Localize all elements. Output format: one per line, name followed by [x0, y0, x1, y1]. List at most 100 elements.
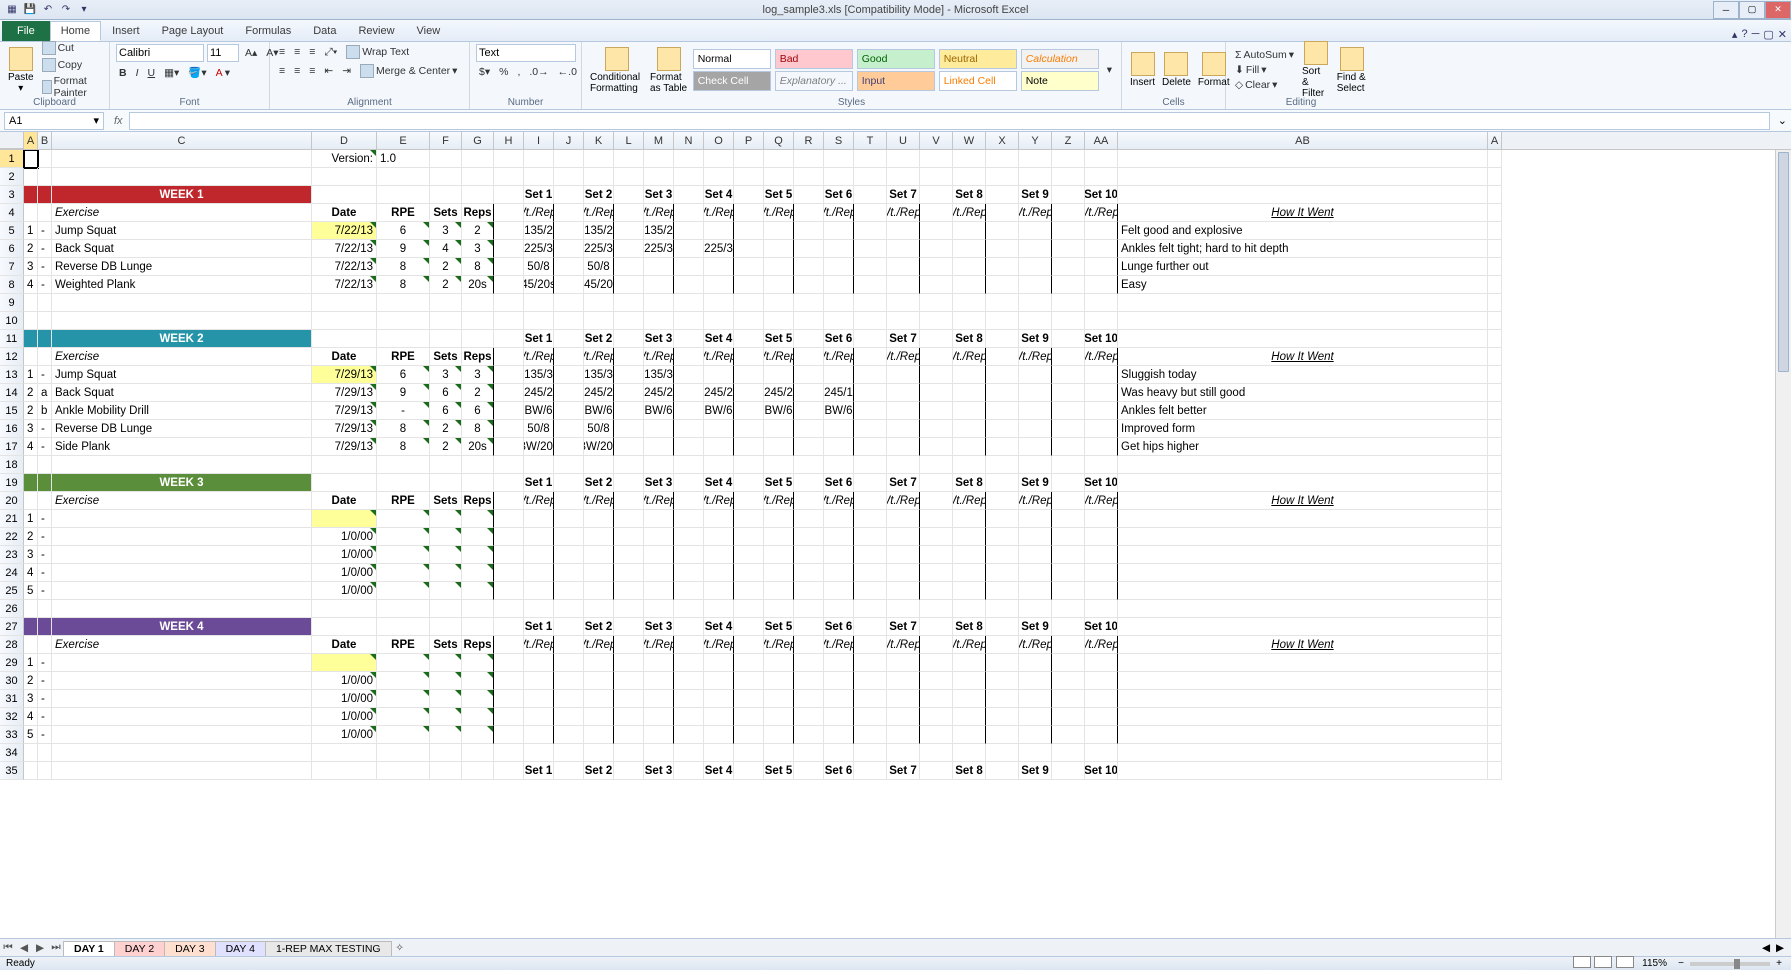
set-data-cell[interactable]: 225/3: [704, 240, 734, 258]
set-data-cell[interactable]: [584, 510, 614, 528]
cell[interactable]: [38, 456, 52, 474]
set-header[interactable]: Set 8: [953, 618, 986, 636]
sheet-tab[interactable]: DAY 3: [164, 941, 215, 956]
cell[interactable]: [430, 600, 462, 618]
note-cell[interactable]: Was heavy but still good: [1118, 384, 1488, 402]
column-header[interactable]: R: [794, 132, 824, 149]
reps-cell[interactable]: [462, 564, 494, 582]
reps-cell[interactable]: 8: [462, 420, 494, 438]
zoom-slider[interactable]: − +: [1675, 958, 1785, 969]
cell[interactable]: [554, 564, 584, 582]
set-header[interactable]: Set 2: [584, 330, 614, 348]
column-header[interactable]: I: [524, 132, 554, 149]
cell[interactable]: [854, 708, 887, 726]
cell[interactable]: [1488, 528, 1502, 546]
exercise-name[interactable]: [52, 546, 312, 564]
border-button[interactable]: ▦▾: [161, 66, 182, 80]
set-data-cell[interactable]: [644, 528, 674, 546]
set-data-cell[interactable]: [524, 510, 554, 528]
wtreps-header[interactable]: Wt./Reps: [1085, 636, 1118, 654]
date-cell[interactable]: 1/0/00: [312, 528, 377, 546]
set-data-cell[interactable]: [953, 726, 986, 744]
note-cell[interactable]: Lunge further out: [1118, 258, 1488, 276]
set-data-cell[interactable]: [1085, 510, 1118, 528]
cell[interactable]: [430, 474, 462, 492]
cell[interactable]: [854, 438, 887, 456]
set-data-cell[interactable]: [704, 726, 734, 744]
set-data-cell[interactable]: [953, 510, 986, 528]
set-data-cell[interactable]: [644, 690, 674, 708]
row-header[interactable]: 7: [0, 258, 24, 276]
row-num[interactable]: 2: [24, 240, 38, 258]
cell[interactable]: [377, 474, 430, 492]
row-num[interactable]: 1: [24, 654, 38, 672]
cell[interactable]: [1052, 582, 1085, 600]
grow-font-icon[interactable]: A▴: [242, 46, 260, 60]
cell[interactable]: [38, 330, 52, 348]
note-cell[interactable]: [1118, 510, 1488, 528]
cell[interactable]: [494, 690, 524, 708]
cell[interactable]: [554, 528, 584, 546]
cell[interactable]: [986, 546, 1019, 564]
row-header[interactable]: 33: [0, 726, 24, 744]
cell[interactable]: [1052, 420, 1085, 438]
cell[interactable]: [986, 744, 1019, 762]
cell[interactable]: [764, 312, 794, 330]
cell[interactable]: [986, 600, 1019, 618]
wtreps-header[interactable]: Wt./Reps: [644, 204, 674, 222]
cell[interactable]: [734, 168, 764, 186]
date-cell[interactable]: 7/29/13: [312, 438, 377, 456]
note-cell[interactable]: Ankles felt better: [1118, 402, 1488, 420]
cell[interactable]: [794, 366, 824, 384]
sets-cell[interactable]: 6: [430, 384, 462, 402]
cell[interactable]: [430, 186, 462, 204]
cell[interactable]: [920, 672, 953, 690]
cell[interactable]: [554, 438, 584, 456]
set-data-cell[interactable]: [824, 240, 854, 258]
cell[interactable]: [887, 294, 920, 312]
cell[interactable]: [674, 294, 704, 312]
row-header[interactable]: 17: [0, 438, 24, 456]
cell[interactable]: [524, 456, 554, 474]
date-header[interactable]: Date: [312, 348, 377, 366]
cell[interactable]: [704, 744, 734, 762]
insert-cells-button[interactable]: Insert: [1128, 52, 1157, 88]
cell[interactable]: [644, 294, 674, 312]
set-data-cell[interactable]: [764, 366, 794, 384]
cell[interactable]: [24, 744, 38, 762]
set-header[interactable]: Set 6: [824, 186, 854, 204]
sets-cell[interactable]: [430, 546, 462, 564]
column-header[interactable]: H: [494, 132, 524, 149]
cell[interactable]: [674, 384, 704, 402]
merge-center-button[interactable]: Merge & Center▾: [357, 63, 460, 79]
cell[interactable]: [614, 690, 644, 708]
cell[interactable]: [614, 366, 644, 384]
style-bad[interactable]: Bad: [775, 49, 853, 69]
sets-cell[interactable]: 6: [430, 402, 462, 420]
cell[interactable]: [494, 186, 524, 204]
cell[interactable]: [920, 276, 953, 294]
cell[interactable]: [1085, 312, 1118, 330]
cell[interactable]: [24, 456, 38, 474]
reps-cell[interactable]: 2: [462, 222, 494, 240]
cell[interactable]: [614, 510, 644, 528]
cell[interactable]: [377, 600, 430, 618]
cell[interactable]: [38, 204, 52, 222]
set-data-cell[interactable]: [524, 654, 554, 672]
exercise-name[interactable]: [52, 726, 312, 744]
cell[interactable]: [554, 510, 584, 528]
sets-header[interactable]: Sets: [430, 636, 462, 654]
wrap-text-button[interactable]: Wrap Text: [343, 44, 412, 60]
cell[interactable]: [554, 474, 584, 492]
cell[interactable]: [494, 762, 524, 780]
cell[interactable]: [734, 222, 764, 240]
set-data-cell[interactable]: [764, 420, 794, 438]
set-header[interactable]: Set 8: [953, 186, 986, 204]
set-data-cell[interactable]: BW/6: [704, 402, 734, 420]
cell[interactable]: [1488, 240, 1502, 258]
date-cell[interactable]: 1/0/00: [312, 708, 377, 726]
sheet-tab[interactable]: DAY 2: [114, 941, 165, 956]
cell[interactable]: [1052, 204, 1085, 222]
set-header[interactable]: Set 3: [644, 186, 674, 204]
cell[interactable]: [462, 474, 494, 492]
